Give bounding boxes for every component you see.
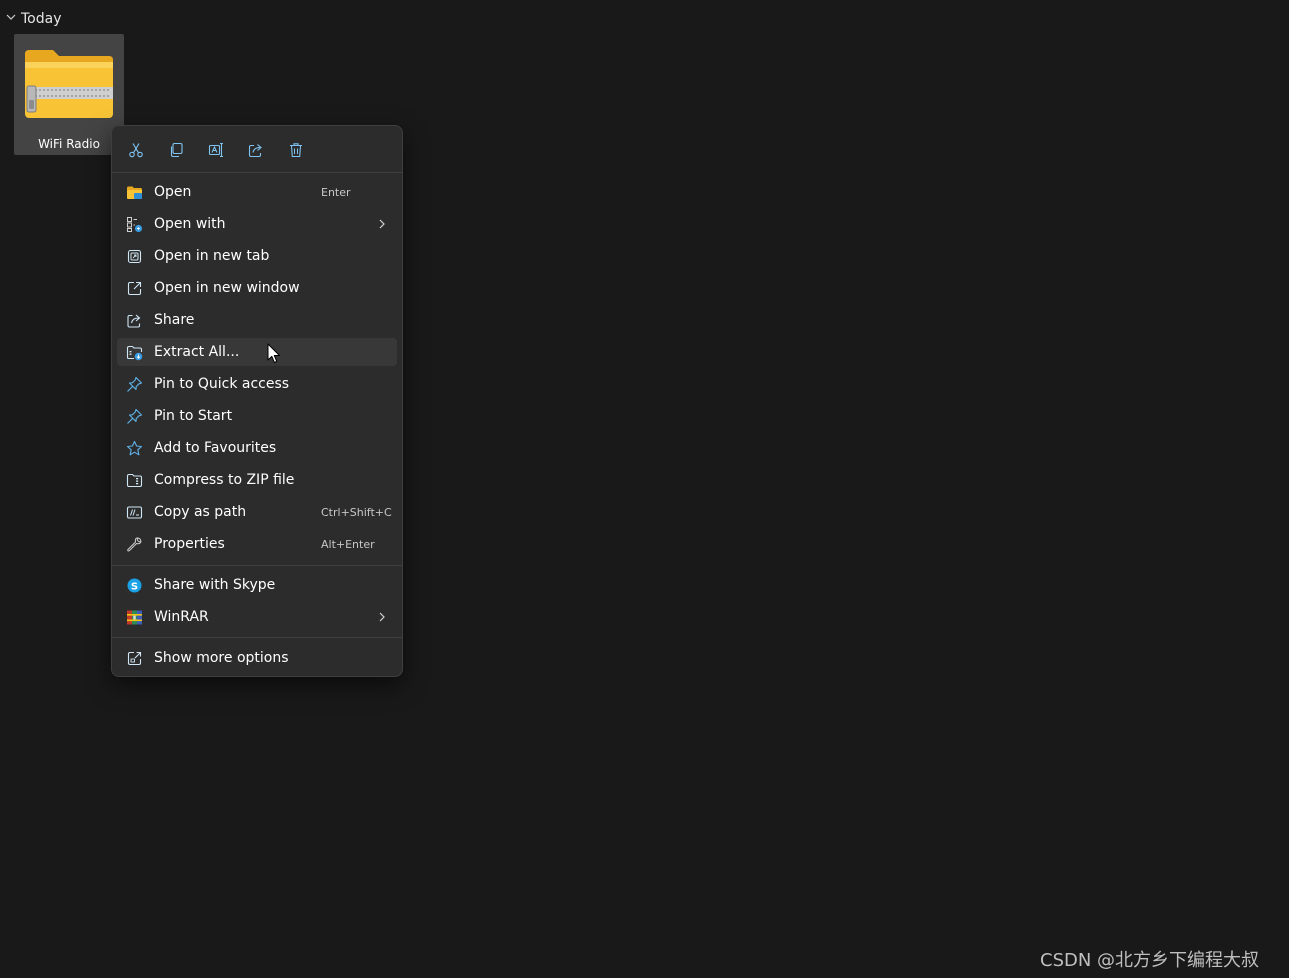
quick-action-bar [112,126,402,172]
chevron-down-icon [5,11,17,27]
share-icon [248,144,262,158]
menu-item-label: Open in new tab [154,248,270,264]
menu-item-label: Add to Favourites [154,440,277,456]
menu-item-winrar[interactable]: WinRAR [117,603,397,631]
menu-item-label: WinRAR [154,609,209,625]
copy-icon [170,142,183,158]
share-icon [126,312,143,329]
menu-item-label: Show more options [154,650,289,666]
file-item-selected[interactable]: WiFi Radio [14,34,124,155]
share-quick-button[interactable] [243,138,269,162]
group-label: Today [21,11,62,27]
file-name: WiFi Radio [38,137,100,151]
menu-item-open-new-window[interactable]: Open in new window [117,274,397,302]
new-window-icon [126,280,143,297]
menu-item-pin-start[interactable]: Pin to Start [117,402,397,430]
menu-item-properties[interactable]: Properties Alt+Enter [117,530,397,558]
menu-item-share[interactable]: Share [117,306,397,334]
chevron-right-icon [379,612,385,622]
pin-icon [126,376,143,393]
cut-button[interactable] [123,138,149,162]
copy-button[interactable] [163,138,189,162]
group-header-today[interactable]: Today [5,9,62,29]
chevron-right-icon [379,219,385,229]
menu-item-shortcut: Alt+Enter [321,538,375,551]
winrar-icon [126,609,143,626]
wrench-icon [126,536,143,553]
menu-item-share-skype[interactable]: S Share with Skype [117,571,397,599]
menu-item-show-more-options[interactable]: Show more options [117,644,397,672]
extract-icon [126,344,143,361]
watermark: CSDN @北方乡下编程大叔 [1040,950,1260,971]
zip-icon [126,472,143,489]
menu-item-label: Share with Skype [154,577,276,593]
menu-item-label: Open in new window [154,280,300,296]
menu-item-compress-zip[interactable]: Compress to ZIP file [117,466,397,494]
context-menu: Open Enter Open with Open in new tab Ope… [111,125,403,677]
menu-item-shortcut: Enter [321,186,351,199]
menu-item-label: Extract All... [154,344,240,360]
zip-folder-icon [25,50,113,118]
svg-text:S: S [131,581,138,592]
menu-item-open-new-tab[interactable]: Open in new tab [117,242,397,270]
menu-item-label: Share [154,312,195,328]
menu-item-label: Pin to Start [154,408,233,424]
pin-icon [126,408,143,425]
open-with-icon [126,216,143,233]
menu-item-label: Pin to Quick access [154,376,290,392]
delete-button[interactable] [283,138,309,162]
menu-item-label: Compress to ZIP file [154,472,295,488]
trash-icon [290,143,302,158]
menu-item-pin-quick-access[interactable]: Pin to Quick access [117,370,397,398]
menu-item-label: Properties [154,536,225,552]
menu-item-extract-all[interactable]: Extract All... [117,338,397,366]
menu-item-add-favourites[interactable]: Add to Favourites [117,434,397,462]
star-icon [126,440,143,457]
menu-separator [112,637,402,638]
more-options-icon [126,650,143,667]
skype-icon: S [126,577,143,594]
menu-item-label: Copy as path [154,504,247,520]
menu-item-copy-as-path[interactable]: Copy as path Ctrl+Shift+C [117,498,397,526]
copy-path-icon [126,504,143,521]
menu-item-label: Open [154,184,192,200]
folder-icon [126,184,143,201]
mouse-cursor-icon [267,343,280,363]
rename-button[interactable] [203,138,229,162]
rename-icon [208,142,223,158]
scissors-icon [129,143,143,158]
menu-separator [112,565,402,566]
menu-separator [112,172,402,173]
new-tab-icon [126,248,143,265]
menu-item-shortcut: Ctrl+Shift+C [321,506,392,519]
menu-item-label: Open with [154,216,226,232]
menu-item-open-with[interactable]: Open with [117,210,397,238]
menu-item-open[interactable]: Open Enter [117,178,397,206]
